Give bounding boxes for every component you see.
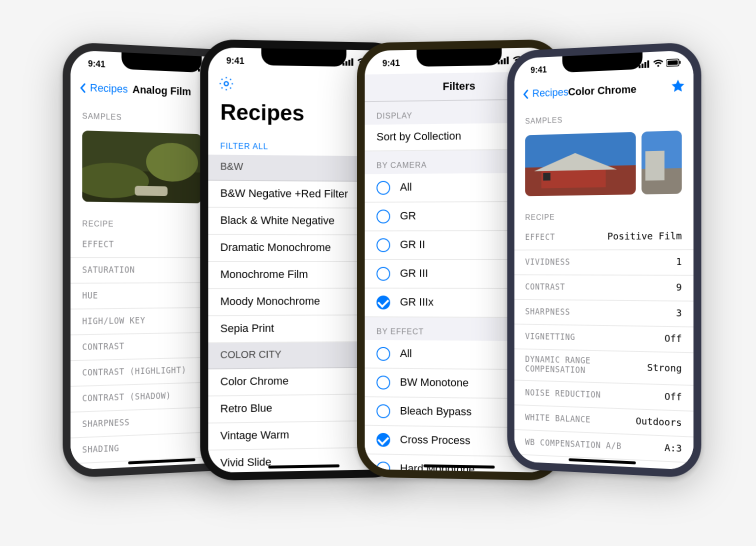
recipe-row[interactable]: SHARPNESS 3 [514, 300, 693, 328]
option-label: GR IIIx [400, 297, 434, 309]
option-label: GR II [400, 239, 425, 251]
battery-icon [666, 58, 681, 69]
radio-icon [376, 296, 390, 310]
back-button[interactable]: Recipes [522, 86, 569, 99]
recipe-value: 9 [676, 283, 682, 294]
radio-icon [376, 347, 390, 361]
notch [261, 47, 346, 66]
recipe-header: RECIPE [514, 202, 693, 226]
option-label: Cross Process [400, 434, 470, 447]
recipe-key: CONTRAST (SHADOW) [82, 391, 171, 404]
sample-thumb[interactable] [642, 131, 682, 195]
radio-icon [376, 462, 390, 473]
recipe-key: SHADING [82, 444, 119, 455]
recipe-key: EFFECT [82, 240, 114, 250]
recipe-key: SATURATION [82, 265, 135, 275]
recipe-value: Strong [647, 362, 682, 374]
recipe-row[interactable]: EFFECT Positive Film [514, 224, 693, 250]
status-time: 9:41 [226, 56, 244, 66]
favorite-button[interactable] [670, 78, 685, 97]
phone-color-chrome: 9:41 Recipes Color Chrome SAMPLES [507, 42, 701, 479]
recipe-key: EFFECT [525, 233, 555, 243]
recipe-key: WB COMPENSATION A/B [525, 438, 621, 452]
option-label: GR III [400, 268, 428, 280]
option-label: Bleach Bypass [400, 406, 472, 419]
samples-strip[interactable] [514, 124, 693, 204]
option-label: All [400, 348, 412, 360]
recipe-key: SHARPNESS [525, 307, 570, 317]
radio-icon [376, 433, 390, 447]
status-time: 9:41 [531, 65, 547, 75]
radio-icon [376, 210, 390, 224]
radio-icon [376, 376, 390, 390]
option-label: GR [400, 210, 416, 222]
sample-thumb[interactable] [525, 132, 636, 196]
recipe-key: SHARPNESS [82, 418, 130, 430]
recipe-key: DYNAMIC RANGE COMPENSATION [525, 355, 647, 377]
sample-thumb[interactable] [82, 131, 201, 204]
settings-button[interactable] [218, 75, 234, 96]
status-time: 9:41 [88, 59, 105, 70]
recipe-key: NOISE REDUCTION [525, 388, 601, 400]
recipe-key: WHITE BALANCE [525, 413, 590, 425]
recipe-row[interactable]: DYNAMIC RANGE COMPENSATIONStrong [514, 349, 693, 386]
recipe-value: Off [664, 334, 681, 345]
back-button[interactable]: Recipes [78, 81, 128, 95]
recipe-key: VIGNETTING [525, 332, 575, 343]
option-label: BW Monotone [400, 377, 469, 390]
recipe-key: CONTRAST (HIGHLIGHT) [82, 366, 186, 379]
recipe-value: Outdoors [636, 416, 682, 429]
radio-icon [376, 267, 390, 281]
back-label: Recipes [532, 86, 568, 99]
recipe-key: VIVIDNESS [525, 258, 570, 268]
notch [417, 47, 502, 66]
wifi-icon [653, 59, 664, 69]
recipe-key: HIGH/LOW KEY [82, 316, 145, 327]
radio-icon [376, 238, 390, 252]
back-label: Recipes [90, 82, 128, 95]
recipe-value: Off [664, 392, 681, 403]
notch [122, 51, 202, 72]
recipe-value: G:5 [664, 469, 681, 470]
recipe-value: A:3 [664, 443, 681, 455]
recipe-row[interactable]: VIVIDNESS 1 [514, 250, 693, 276]
recipe-value: 3 [676, 308, 682, 319]
radio-icon [376, 404, 390, 418]
recipe-key: CONTRAST [82, 342, 124, 353]
recipe-key: CLARITY [82, 469, 119, 470]
recipe-key: WB COMPENSATION G/M [525, 462, 621, 470]
recipe-row[interactable]: CONTRAST 9 [514, 275, 693, 301]
radio-icon [376, 181, 390, 195]
sort-label: Sort by Collection [376, 131, 461, 144]
recipe-key: HUE [82, 291, 98, 301]
recipe-key: CONTRAST [525, 282, 565, 292]
option-label: All [400, 182, 412, 194]
recipe-value: Positive Film [607, 231, 681, 242]
notch [562, 51, 642, 72]
recipe-value: 1 [676, 257, 682, 268]
status-time: 9:41 [382, 58, 400, 68]
